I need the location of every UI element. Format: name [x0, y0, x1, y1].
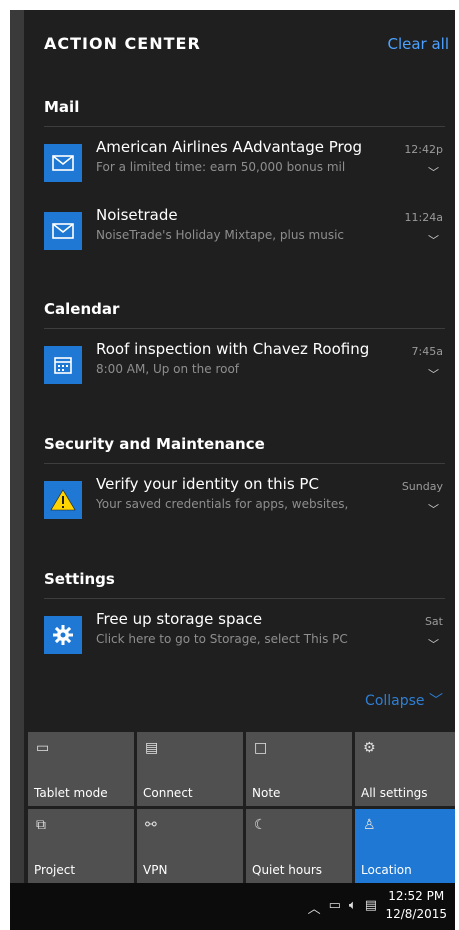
chevron-down-icon: ﹀ [429, 693, 443, 709]
warning-icon [44, 481, 82, 519]
clock-date: 12/8/2015 [385, 907, 447, 921]
quick-action-vpn[interactable]: ⚯ VPN [137, 809, 243, 883]
taskbar: ︿ ▭ 🔈︎ ▤ 12:52 PM 12/8/2015 [10, 883, 455, 930]
mail-icon [44, 144, 82, 182]
quick-action-label: Tablet mode [34, 786, 108, 800]
divider [44, 598, 445, 599]
action-center-content: ACTION CENTER Clear all Mail American Ai… [24, 10, 455, 883]
action-center-panel: ACTION CENTER Clear all Mail American Ai… [10, 10, 455, 883]
volume-icon[interactable]: 🔈︎ [349, 898, 357, 917]
quick-action-label: Location [361, 863, 412, 877]
notification-body: Click here to go to Storage, select This… [96, 632, 348, 646]
taskbar-clock[interactable]: 12:52 PM 12/8/2015 [385, 887, 447, 923]
quick-action-all-settings[interactable]: ⚙ All settings [355, 732, 455, 806]
notification-title: American Airlines AAdvantage Prog [96, 138, 363, 156]
action-center-icon[interactable]: ▤ [365, 898, 377, 917]
notification-time: 7:45a [411, 345, 443, 358]
note-icon: □ [254, 740, 268, 756]
notification-time: Sat [424, 615, 443, 628]
group-title-security-maintenance[interactable]: Security and Maintenance [44, 435, 265, 453]
quick-action-label: All settings [361, 786, 428, 800]
collapse-button[interactable]: Collapse ﹀ [365, 690, 443, 710]
notification-title: Noisetrade [96, 206, 178, 224]
notification-settings-storage[interactable]: Free up storage space Click here to go t… [44, 610, 447, 666]
clear-all-button[interactable]: Clear all [387, 35, 449, 53]
quick-action-quiet-hours[interactable]: ☾ Quiet hours [246, 809, 352, 883]
notification-time: Sunday [401, 480, 443, 493]
chevron-down-icon[interactable]: ﹀ [428, 164, 439, 180]
quick-action-project[interactable]: ⧉ Project [28, 809, 134, 883]
notification-time: 11:24a [404, 211, 443, 224]
clock-time: 12:52 PM [388, 889, 445, 903]
notification-mail-american-airlines[interactable]: American Airlines AAdvantage Prog For a … [44, 138, 447, 194]
collapse-label: Collapse [365, 693, 425, 709]
panel-edge [10, 10, 24, 883]
gear-icon: ⚙ [363, 740, 376, 756]
action-center-title: ACTION CENTER [44, 34, 201, 53]
connect-icon: ▤ [145, 740, 159, 756]
notification-body: For a limited time: earn 50,000 bonus mi… [96, 160, 346, 174]
chevron-down-icon[interactable]: ﹀ [428, 366, 439, 382]
notification-mail-noisetrade[interactable]: Noisetrade NoiseTrade's Holiday Mixtape,… [44, 206, 447, 262]
quick-action-label: Project [34, 863, 76, 877]
notification-calendar-roof-inspection[interactable]: Roof inspection with Chavez Roofing 8:00… [44, 340, 447, 396]
quick-action-label: Quiet hours [252, 863, 323, 877]
quick-action-label: Note [252, 786, 281, 800]
quick-action-connect[interactable]: ▤ Connect [137, 732, 243, 806]
mail-icon [44, 212, 82, 250]
group-title-mail[interactable]: Mail [44, 98, 79, 116]
notification-body: 8:00 AM, Up on the roof [96, 362, 240, 376]
chevron-up-icon[interactable]: ︿ [308, 898, 321, 917]
project-icon: ⧉ [36, 817, 46, 833]
chevron-down-icon[interactable]: ﹀ [428, 501, 439, 517]
divider [44, 463, 445, 464]
notification-body: Your saved credentials for apps, website… [96, 497, 349, 511]
divider [44, 126, 445, 127]
quick-action-label: VPN [143, 863, 168, 877]
network-icon[interactable]: ▭ [329, 898, 341, 917]
tablet-mode-icon: ▭ [36, 740, 50, 756]
calendar-icon [44, 346, 82, 384]
group-title-settings[interactable]: Settings [44, 570, 115, 588]
notification-title: Verify your identity on this PC [96, 475, 319, 493]
system-tray: ︿ ▭ 🔈︎ ▤ [308, 898, 377, 917]
notification-time: 12:42p [404, 143, 443, 156]
group-title-calendar[interactable]: Calendar [44, 300, 119, 318]
quick-action-note[interactable]: □ Note [246, 732, 352, 806]
divider [44, 328, 445, 329]
notification-body: NoiseTrade's Holiday Mixtape, plus music [96, 228, 345, 242]
quick-action-tablet-mode[interactable]: ▭ Tablet mode [28, 732, 134, 806]
vpn-icon: ⚯ [145, 817, 157, 833]
notification-title: Roof inspection with Chavez Roofing [96, 340, 370, 358]
quick-action-label: Connect [143, 786, 193, 800]
chevron-down-icon[interactable]: ﹀ [428, 636, 439, 652]
gear-icon [44, 616, 82, 654]
quick-action-location[interactable]: ♙ Location [355, 809, 455, 883]
notification-title: Free up storage space [96, 610, 263, 628]
location-icon: ♙ [363, 817, 376, 833]
moon-icon: ☾ [254, 817, 267, 833]
chevron-down-icon[interactable]: ﹀ [428, 232, 439, 248]
notification-security-verify-identity[interactable]: Verify your identity on this PC Your sav… [44, 475, 447, 531]
quick-actions-grid: ▭ Tablet mode ▤ Connect □ Note ⚙ All set… [28, 732, 455, 883]
